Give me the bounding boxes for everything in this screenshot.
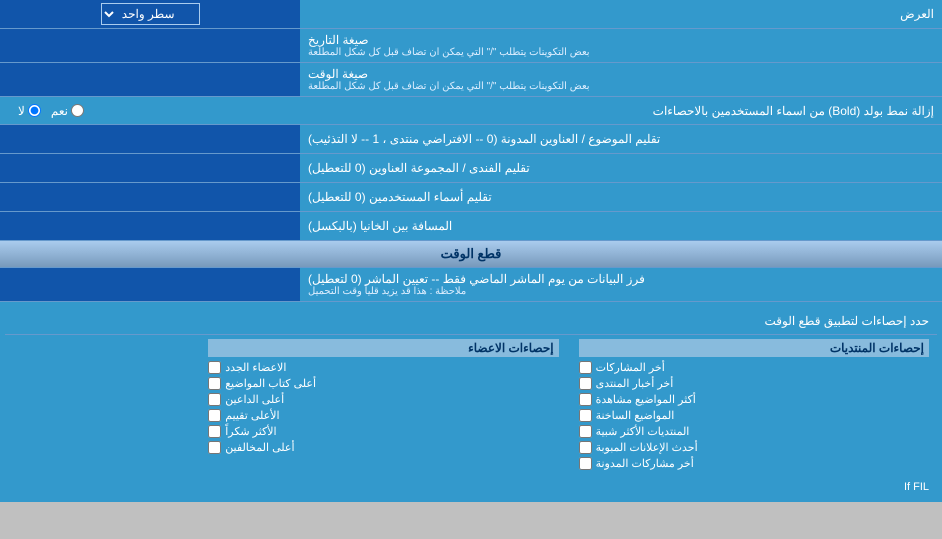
forum-order-row: تقليم الفندى / المجموعة العناوين (0 للتع… xyxy=(0,154,942,183)
spacing-input[interactable]: 2 xyxy=(5,219,295,233)
stats-cb-m3[interactable] xyxy=(208,393,221,406)
stats-cb-m1[interactable] xyxy=(208,361,221,374)
stats-item-6: أحدث الإعلانات المبوبة xyxy=(579,441,929,454)
stats-cb-4[interactable] xyxy=(579,409,592,422)
stats-item-m5: الأكثر شكراً xyxy=(208,425,558,438)
username-order-label: تقليم أسماء المستخدمين (0 للتعطيل) xyxy=(300,183,942,211)
bold-remove-yes[interactable]: نعم xyxy=(51,104,84,118)
stats-cb-6[interactable] xyxy=(579,441,592,454)
stats-cb-2[interactable] xyxy=(579,377,592,390)
time-format-input[interactable]: H:i xyxy=(5,73,295,87)
time-format-label: صيغة الوقت بعض التكوينات يتطلب "/" التي … xyxy=(300,63,942,96)
cutoff-label: فرز البيانات من يوم الماشر الماضي فقط --… xyxy=(300,268,942,301)
main-container: العرض سطر واحد صيغة التاريخ بعض التكوينا… xyxy=(0,0,942,502)
if-fil-text: If FIL xyxy=(5,477,937,497)
stats-cb-m6[interactable] xyxy=(208,441,221,454)
cutoff-input[interactable]: 0 xyxy=(5,278,295,292)
cutoff-row: فرز البيانات من يوم الماشر الماضي فقط --… xyxy=(0,268,942,302)
stats-cb-m4[interactable] xyxy=(208,409,221,422)
bold-remove-label: إزالة نمط بولد (Bold) من اسماء المستخدمي… xyxy=(84,104,934,118)
stats-cb-5[interactable] xyxy=(579,425,592,438)
display-select[interactable]: سطر واحد xyxy=(101,3,200,25)
stats-item-4: المواضيع الساخنة xyxy=(579,409,929,422)
stats-cb-m2[interactable] xyxy=(208,377,221,390)
bold-remove-row: إزالة نمط بولد (Bold) من اسماء المستخدمي… xyxy=(0,97,942,125)
stats-item-m3: أعلى الداعين xyxy=(208,393,558,406)
bold-remove-options: نعم لا xyxy=(18,104,84,118)
forum-order-input[interactable]: 33 xyxy=(5,161,295,175)
username-order-input[interactable]: 0 xyxy=(5,190,295,204)
stats-container: حدد إحصاءات لتطبيق قطع الوقت إحصاءات الم… xyxy=(0,302,942,502)
topic-order-label: تقليم الموضوع / العناوين المدونة (0 -- ا… xyxy=(300,125,942,153)
top-row: العرض سطر واحد xyxy=(0,0,942,29)
stats-item-2: أخر أخبار المنتدى xyxy=(579,377,929,390)
date-format-input[interactable]: d-m xyxy=(5,39,295,53)
stats-cb-3[interactable] xyxy=(579,393,592,406)
stats-item-7: أخر مشاركات المدونة xyxy=(579,457,929,470)
stats-item-3: أكثر المواضيع مشاهدة xyxy=(579,393,929,406)
forum-order-label: تقليم الفندى / المجموعة العناوين (0 للتع… xyxy=(300,154,942,182)
stats-col-members: إحصاءات الاعضاء الاعضاء الجدد أعلى كتاب … xyxy=(208,339,558,473)
username-order-row: تقليم أسماء المستخدمين (0 للتعطيل) 0 xyxy=(0,183,942,212)
stats-col-forums: إحصاءات المنتديات أخر المشاركات أخر أخبا… xyxy=(579,339,929,473)
spacing-label: المسافة بين الخانيا (بالبكسل) xyxy=(300,212,942,240)
top-row-label: العرض xyxy=(300,3,942,25)
date-format-label: صيغة التاريخ بعض التكوينات يتطلب "/" الت… xyxy=(300,29,942,62)
stats-item-1: أخر المشاركات xyxy=(579,361,929,374)
stats-col1-title: إحصاءات المنتديات xyxy=(579,339,929,357)
bold-remove-no[interactable]: لا xyxy=(18,104,41,118)
topic-order-row: تقليم الموضوع / العناوين المدونة (0 -- ا… xyxy=(0,125,942,154)
stats-header-row: حدد إحصاءات لتطبيق قطع الوقت xyxy=(5,307,937,335)
username-order-input-container: 0 xyxy=(0,183,300,211)
date-format-row: صيغة التاريخ بعض التكوينات يتطلب "/" الت… xyxy=(0,29,942,63)
topic-order-input[interactable]: 33 xyxy=(5,132,295,146)
stats-item-m2: أعلى كتاب المواضيع xyxy=(208,377,558,390)
top-row-input: سطر واحد xyxy=(0,0,300,28)
stats-item-5: المنتديات الأكثر شبية xyxy=(579,425,929,438)
cutoff-input-container: 0 xyxy=(0,268,300,301)
stats-col-empty xyxy=(13,339,188,473)
topic-order-input-container: 33 xyxy=(0,125,300,153)
stats-grid: إحصاءات المنتديات أخر المشاركات أخر أخبا… xyxy=(5,335,937,477)
stats-cb-7[interactable] xyxy=(579,457,592,470)
spacing-row: المسافة بين الخانيا (بالبكسل) 2 xyxy=(0,212,942,241)
time-format-input-container: H:i xyxy=(0,63,300,96)
stats-header-label: حدد إحصاءات لتطبيق قطع الوقت xyxy=(13,314,929,328)
cutoff-section-header: قطع الوقت xyxy=(0,241,942,268)
time-format-row: صيغة الوقت بعض التكوينات يتطلب "/" التي … xyxy=(0,63,942,97)
spacing-input-container: 2 xyxy=(0,212,300,240)
stats-item-m1: الاعضاء الجدد xyxy=(208,361,558,374)
stats-cb-m5[interactable] xyxy=(208,425,221,438)
stats-item-m4: الأعلى تقييم xyxy=(208,409,558,422)
date-format-input-container: d-m xyxy=(0,29,300,62)
forum-order-input-container: 33 xyxy=(0,154,300,182)
stats-col2-title: إحصاءات الاعضاء xyxy=(208,339,558,357)
stats-item-m6: أعلى المخالفين xyxy=(208,441,558,454)
stats-cb-1[interactable] xyxy=(579,361,592,374)
